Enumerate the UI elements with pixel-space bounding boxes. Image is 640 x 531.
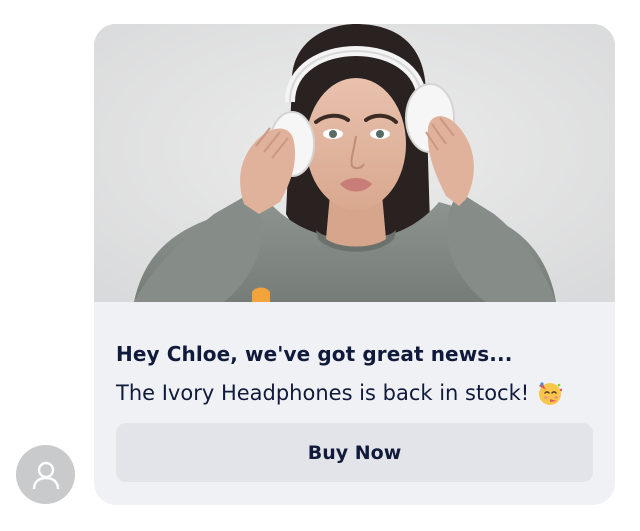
message-body-row: The Ivory Headphones is back in stock! bbox=[116, 380, 563, 406]
buy-now-button[interactable]: Buy Now bbox=[116, 423, 593, 482]
message-card: Hey Chloe, we've got great news... The I… bbox=[94, 24, 615, 505]
hero-image[interactable] bbox=[94, 24, 615, 302]
message-body: The Ivory Headphones is back in stock! bbox=[116, 381, 530, 405]
user-icon bbox=[32, 461, 59, 489]
chat-stage: Hey Chloe, we've got great news... The I… bbox=[0, 0, 640, 531]
message-headline: Hey Chloe, we've got great news... bbox=[116, 342, 513, 366]
woman-with-headphones-illustration bbox=[94, 24, 615, 302]
sender-avatar[interactable] bbox=[16, 445, 75, 504]
partying-face-emoji-icon bbox=[537, 380, 563, 406]
